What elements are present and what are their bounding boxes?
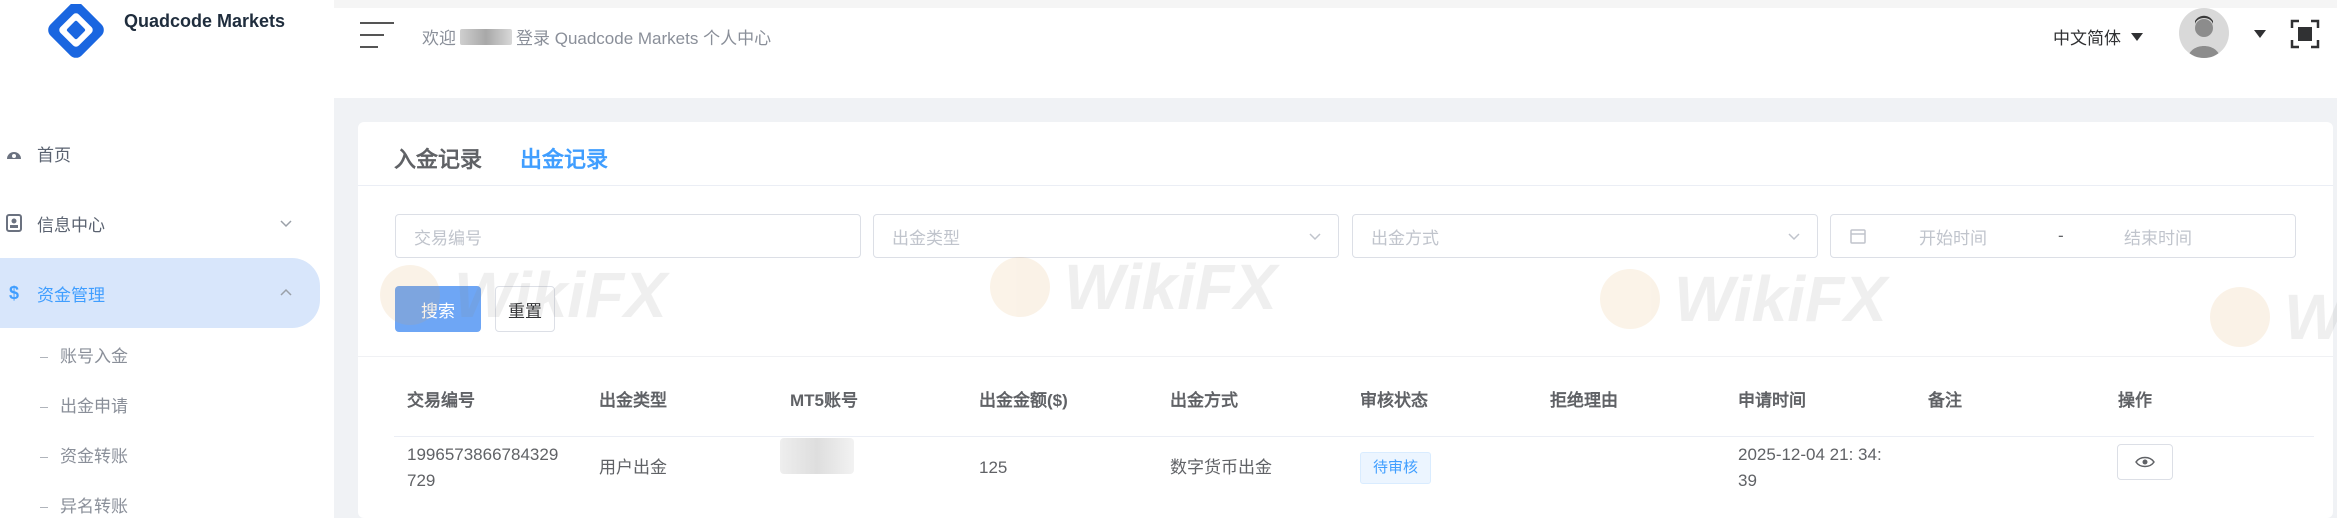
withdraw-method-select[interactable]: 出金方式	[1352, 214, 1818, 258]
column-header: 出金金额($)	[979, 391, 1068, 410]
start-date-input[interactable]: 开始时间	[1919, 224, 1987, 249]
cell-mt5-account	[780, 438, 854, 482]
cell-actions	[2117, 444, 2173, 480]
sidebar: Quadcode Markets 首页 信息中心 $ 资金管理 账号入金 出金申…	[0, 0, 334, 518]
column-header: 拒绝理由	[1550, 391, 1618, 410]
calendar-icon	[1850, 229, 1866, 244]
language-select[interactable]: 中文简体	[2053, 24, 2143, 49]
eye-icon	[2135, 456, 2155, 468]
status-badge: 待审核	[1360, 452, 1432, 484]
dashboard-icon	[4, 143, 24, 163]
sidebar-item-label: 首页	[37, 145, 71, 165]
chevron-up-icon	[280, 288, 292, 296]
record-tabs: 入金记录 出金记录	[394, 142, 646, 174]
sidebar-item-home[interactable]: 首页	[0, 118, 320, 188]
sidebar-subitem-transfer[interactable]: 资金转账	[40, 442, 128, 467]
divider	[358, 185, 2333, 186]
cell-status: 待审核	[1360, 452, 1432, 484]
logo-icon	[48, 4, 104, 58]
blurred-account	[780, 438, 854, 474]
withdraw-type-select[interactable]: 出金类型	[873, 214, 1339, 258]
cell-trade-no: 1996573866784329 729	[407, 445, 559, 490]
top-band	[0, 0, 2337, 8]
column-header: 备注	[1928, 391, 1962, 410]
sidebar-item-info-center[interactable]: 信息中心	[0, 188, 320, 258]
reset-button[interactable]: 重置	[495, 286, 555, 332]
cell-type: 用户出金	[599, 458, 667, 477]
sidebar-subitem-withdraw-request[interactable]: 出金申请	[40, 392, 128, 417]
tab-withdraw-records[interactable]: 出金记录	[520, 142, 608, 174]
sidebar-item-fund-management[interactable]: $ 资金管理	[0, 258, 320, 328]
menu-toggle-icon[interactable]	[360, 22, 394, 52]
chevron-down-icon	[1788, 233, 1800, 241]
end-date-input[interactable]: 结束时间	[2124, 224, 2192, 249]
tab-deposit-records[interactable]: 入金记录	[394, 142, 482, 174]
date-range-picker[interactable]: 开始时间 - 结束时间	[1830, 214, 2296, 258]
blurred-username	[460, 28, 512, 45]
chevron-down-icon	[280, 220, 292, 228]
withdraw-records-card: 入金记录 出金记录 交易编号 出金类型 出金方式 开始时间 - 结束时间 搜索 …	[358, 122, 2333, 518]
column-header: 操作	[2118, 391, 2152, 410]
brand-name: Quadcode Markets	[124, 10, 286, 31]
search-button[interactable]: 搜索	[395, 286, 481, 332]
column-header: 交易编号	[407, 391, 475, 410]
column-header: 出金方式	[1170, 391, 1238, 410]
column-header: MT5账号	[790, 391, 858, 410]
welcome-text: 欢迎 登录 Quadcode Markets 个人中心	[422, 28, 772, 48]
trade-no-input[interactable]: 交易编号	[395, 214, 861, 258]
brand-logo[interactable]: Quadcode Markets	[36, 4, 285, 64]
column-header: 出金类型	[599, 391, 667, 410]
dollar-icon: $	[8, 282, 19, 303]
avatar-caret-icon[interactable]	[2254, 30, 2266, 38]
sidebar-subitem-third-party-transfer[interactable]: 异名转账	[40, 492, 128, 517]
id-card-icon	[4, 213, 24, 233]
cell-amount: 125	[979, 458, 1008, 477]
view-button[interactable]	[2117, 444, 2173, 480]
sidebar-item-label: 信息中心	[37, 215, 105, 235]
chevron-down-icon	[1309, 233, 1321, 241]
sidebar-item-label: 资金管理	[37, 285, 105, 305]
avatar[interactable]	[2179, 8, 2229, 58]
sidebar-subitem-deposit[interactable]: 账号入金	[40, 342, 128, 367]
caret-down-icon	[2131, 32, 2143, 41]
column-header: 审核状态	[1360, 391, 1428, 410]
table-header: 交易编号 出金类型 MT5账号 出金金额($) 出金方式 审核状态 拒绝理由 申…	[358, 386, 2333, 426]
fullscreen-icon[interactable]	[2289, 18, 2321, 50]
top-header: 欢迎 登录 Quadcode Markets 个人中心 中文简体	[334, 8, 2337, 98]
divider	[394, 436, 2314, 437]
cell-method: 数字货币出金	[1170, 458, 1272, 477]
cell-time: 2025-12-04 21: 34: 39	[1738, 445, 1882, 490]
divider	[358, 356, 2333, 357]
column-header: 申请时间	[1738, 391, 1806, 410]
